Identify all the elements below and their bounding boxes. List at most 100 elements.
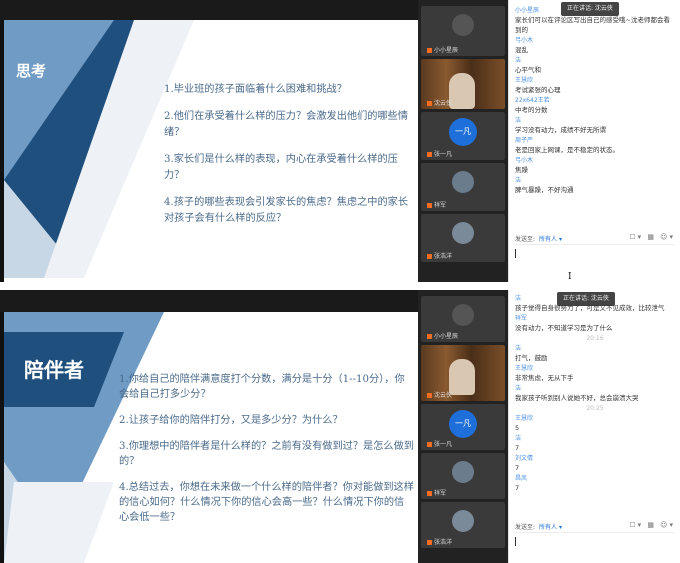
participant-name: 张一凡: [427, 149, 452, 158]
send-to-label: 发送至:: [515, 236, 536, 243]
message-sender: 洁: [515, 345, 522, 352]
slide-title: 陪伴者: [24, 358, 84, 382]
send-to-row: 发送至: 所有人 ▾: [515, 522, 562, 531]
avatar: 一凡: [449, 118, 477, 146]
message-sender: 弓小木: [515, 157, 534, 164]
video-tile-active[interactable]: 沈云侠: [421, 59, 505, 109]
message-text: 打气，鼓励: [515, 354, 548, 362]
participant-name: 张浩洋: [427, 251, 452, 260]
video-tile[interactable]: 小小星辰: [421, 6, 505, 56]
participant-name: 祥军: [427, 200, 446, 209]
message-text: 孩子觉得自身很努力了，可是又不见成效，比较泄气: [515, 304, 665, 312]
message-sender: 洁: [515, 385, 522, 392]
text-cursor-icon: I: [568, 272, 572, 282]
message-text: 考试紧张的心理: [515, 86, 561, 94]
participant-name: 沈云侠: [427, 390, 452, 399]
question-item: 2.让孩子给你的陪伴打分，又是多少分？为什么？: [119, 415, 343, 426]
message-sender: 刘文倩: [515, 455, 534, 462]
message-text: 家长们可以在评论区写出自己的感受哦~沈老师都会看到的: [515, 16, 670, 34]
shared-slide: 陪伴者 1.你给自己的陪伴满意度打个分数，满分是十分（1--10分），你会给自己…: [4, 312, 418, 563]
slide-toolbar: [0, 290, 418, 312]
video-tile[interactable]: 小小星辰: [421, 296, 505, 342]
question-item: 4.总结过去，你想在未来做一个什么样的陪伴者？你对能做到这样的信心如何？什么情况…: [119, 482, 414, 523]
message-text: 7: [515, 464, 520, 472]
message-timestamp: 20:16: [586, 335, 604, 342]
send-to-label: 发送至:: [515, 524, 536, 531]
video-tile[interactable]: 祥军: [421, 163, 505, 211]
question-item: 2.他们在承受着什么样的压力？会激发出他们的哪些情绪？: [164, 111, 409, 138]
message-sender: 小小星辰: [515, 7, 540, 14]
question-item: 1.毕业班的孩子面临着什么困难和挑战？: [164, 84, 347, 95]
participant-name: 沈云侠: [427, 98, 452, 107]
message-timestamp: 20:25: [586, 405, 604, 412]
message-sender: 弓小木: [515, 37, 534, 44]
avatar: [452, 304, 474, 326]
question-list: 1.你给自己的陪伴满意度打个分数，满分是十分（1--10分），你会给自己打多少分…: [119, 372, 414, 536]
avatar: [452, 222, 474, 244]
chat-input[interactable]: [515, 532, 675, 551]
message-sender: 洁: [515, 57, 522, 64]
send-target-dropdown[interactable]: 所有人 ▾: [539, 524, 562, 531]
send-to-row: 发送至: 所有人 ▾: [515, 234, 562, 243]
message-sender: 周子严: [515, 137, 534, 144]
message-sender: 洁: [515, 177, 522, 184]
message-text: 学习没有动力，成绩不好无所谓: [515, 126, 606, 134]
question-item: 1.你给自己的陪伴满意度打个分数，满分是十分（1--10分），你会给自己打多少分…: [119, 374, 405, 400]
video-tile[interactable]: 张浩洋: [421, 502, 505, 548]
message-sender: 洁: [515, 117, 522, 124]
chat-panel: 正在讲话: 沈云侠 小小星辰 家长们可以在评论区写出自己的感受哦~沈老师都会看到…: [508, 0, 680, 282]
message-text: 焦躁: [515, 166, 528, 174]
message-sender: 洁: [515, 295, 522, 302]
video-tile-active[interactable]: 沈云侠: [421, 345, 505, 401]
video-tile[interactable]: 祥军: [421, 453, 505, 499]
slide-toolbar: [0, 0, 418, 20]
message-sender: 22x642王若: [515, 97, 550, 104]
participant-name: 小小星辰: [427, 45, 458, 54]
message-sender: 王慧欣: [515, 415, 534, 422]
meeting-window-bottom: 陪伴者 1.你给自己的陪伴满意度打个分数，满分是十分（1--10分），你会给自己…: [0, 290, 680, 563]
message-text: 老是回家上网课，是不稳定的状态。: [515, 146, 619, 154]
message-sender: 王慧欣: [515, 77, 534, 84]
participant-name: 张浩洋: [427, 537, 452, 546]
video-tile[interactable]: 一凡 张一凡: [421, 112, 505, 160]
message-text: 5: [515, 424, 520, 432]
message-text: 非常焦虑，无从下手: [515, 374, 574, 382]
chat-tools[interactable]: ☐▾ ▦ ☺▾: [629, 233, 675, 241]
chat-message-list[interactable]: 小小星辰 家长们可以在评论区写出自己的感受哦~沈老师都会看到的 弓小木 混乱 洁…: [515, 6, 675, 196]
message-text: 中考的分数: [515, 106, 548, 114]
question-item: 4.孩子的哪些表现会引发家长的焦虑？焦虑之中的家长对孩子会有什么样的反应？: [164, 197, 409, 224]
avatar: 一凡: [449, 410, 477, 438]
avatar: [452, 461, 474, 483]
slide-shape-stripe: [4, 482, 114, 563]
slide-title: 思考: [16, 62, 47, 80]
video-tile[interactable]: 一凡 张一凡: [421, 404, 505, 450]
video-tile[interactable]: 张浩洋: [421, 214, 505, 262]
message-sender: 王慧欣: [515, 365, 534, 372]
message-text: 我家孩子听到别人说她不好，总会崩溃大哭: [515, 394, 639, 402]
message-sender: 昌凤: [515, 475, 528, 482]
question-item: 3.家长们是什么样的表现，内心在承受着什么样的压力？: [164, 154, 398, 181]
message-sender: 洁: [515, 435, 522, 442]
message-text: 混乱: [515, 46, 528, 54]
chat-panel: 正在讲话: 沈云侠 洁 孩子觉得自身很努力了，可是又不见成效，比较泄气 祥军 没…: [508, 290, 680, 563]
avatar: [452, 14, 474, 36]
send-target-dropdown[interactable]: 所有人 ▾: [539, 236, 562, 243]
message-text: 7: [515, 444, 520, 452]
participant-name: 祥军: [427, 488, 446, 497]
shared-slide: 思考 1.毕业班的孩子面临着什么困难和挑战？ 2.他们在承受着什么样的压力？会激…: [4, 20, 418, 278]
message-sender: 祥军: [515, 315, 528, 322]
chat-message-list[interactable]: 洁 孩子觉得自身很努力了，可是又不见成效，比较泄气 祥军 没有动力，不知道学习是…: [515, 294, 675, 494]
chat-tools[interactable]: ☐▾ ▦ ☺▾: [629, 521, 675, 529]
participant-name: 小小星辰: [427, 331, 458, 340]
message-text: 心平气和: [515, 66, 541, 74]
meeting-window-top: 思考 1.毕业班的孩子面临着什么困难和挑战？ 2.他们在承受着什么样的压力？会激…: [0, 0, 680, 282]
message-text: 脾气暴躁，不好沟通: [515, 186, 574, 194]
avatar: [452, 510, 474, 532]
participant-name: 张一凡: [427, 439, 452, 448]
participant-video-column: 小小星辰 沈云侠 一凡 张一凡 祥军 张浩洋: [418, 0, 508, 282]
question-list: 1.毕业班的孩子面临着什么困难和挑战？ 2.他们在承受着什么样的压力？会激发出他…: [164, 82, 414, 238]
chat-input[interactable]: [515, 244, 675, 263]
avatar: [452, 171, 474, 193]
message-text: 没有动力，不知道学习是为了什么: [515, 324, 613, 332]
message-text: 7: [515, 484, 520, 492]
